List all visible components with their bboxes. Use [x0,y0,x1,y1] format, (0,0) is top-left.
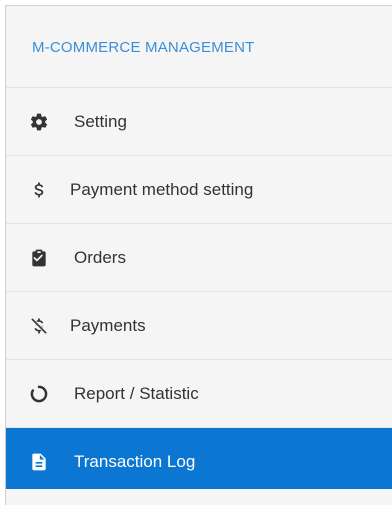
sidebar-panel: M-COMMERCE MANAGEMENT Setting Payment me… [5,5,392,505]
gear-icon [28,111,50,133]
sidebar-item-transaction-log[interactable]: Transaction Log [6,428,392,496]
dollar-icon [28,179,50,201]
sidebar-item-payment-method-setting[interactable]: Payment method setting [6,156,392,224]
sidebar-item-label: Payment method setting [70,179,254,199]
sidebar-bottom-strip [6,489,392,505]
sidebar-item-orders[interactable]: Orders [6,224,392,292]
sidebar-item-setting[interactable]: Setting [6,88,392,156]
file-text-icon [28,451,50,473]
sidebar-item-label: Report / Statistic [74,383,199,403]
circle-notch-icon [28,383,50,405]
sidebar-item-label: Orders [74,247,126,267]
clipboard-check-icon [28,247,50,269]
sidebar-item-label: Payments [70,315,146,335]
sidebar-item-payments[interactable]: Payments [6,292,392,360]
sidebar-menu: Setting Payment method setting Orders Pa… [6,88,392,496]
sidebar-item-report-statistic[interactable]: Report / Statistic [6,360,392,428]
sidebar-header: M-COMMERCE MANAGEMENT [6,6,392,88]
dollar-slash-icon [28,315,50,337]
sidebar-title: M-COMMERCE MANAGEMENT [32,39,255,56]
sidebar-item-label: Setting [74,111,127,131]
sidebar-item-label: Transaction Log [74,452,196,471]
